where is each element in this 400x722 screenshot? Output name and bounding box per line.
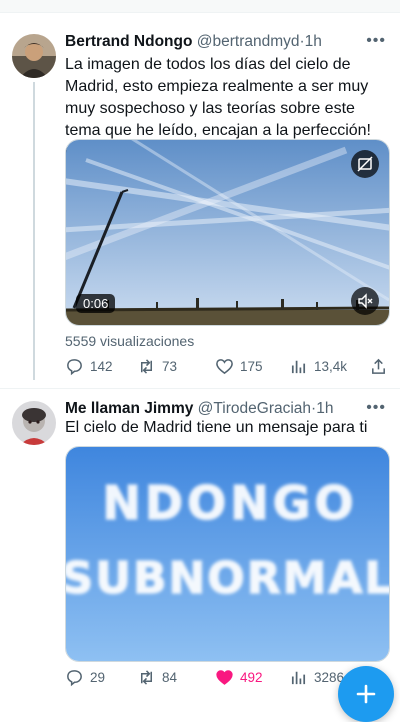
author-name[interactable]: Me llaman Jimmy (65, 400, 193, 417)
views-count: 13,4k (314, 359, 348, 374)
sky-text-line1: NDONGO (102, 476, 357, 530)
retweet-button[interactable]: 73 (137, 357, 177, 376)
retweet-icon (140, 359, 153, 374)
compose-plus-icon (356, 684, 376, 704)
retweet-button[interactable]: 84 (137, 668, 177, 687)
tweet-bertrand[interactable]: Bertrand Ndongo @bertrandmyd·1h ••• La i… (0, 0, 400, 388)
mute-icon[interactable] (351, 287, 379, 315)
like-button[interactable]: 492 (215, 668, 263, 687)
views-icon (291, 671, 306, 685)
sky-image: NDONGO SUBNORMAL (66, 447, 389, 661)
like-count: 175 (240, 359, 263, 374)
tweet-image[interactable]: NDONGO SUBNORMAL (65, 446, 390, 662)
views-button[interactable]: 3286 (289, 668, 344, 687)
like-button[interactable]: 175 (215, 357, 263, 376)
heart-icon (216, 670, 233, 685)
more-icon[interactable]: ••• (366, 32, 386, 50)
tweet-jimmy[interactable]: Me llaman Jimmy @TirodeGraciah·1h ••• El… (0, 389, 400, 698)
author-handle[interactable]: @bertrandmyd (197, 33, 300, 50)
retweet-count: 84 (162, 670, 178, 685)
sky-text-line2: SUBNORMAL (66, 553, 389, 604)
video-duration: 0:06 (76, 294, 116, 313)
reply-count: 142 (90, 359, 113, 374)
views-button[interactable]: 13,4k (289, 357, 347, 376)
tweet-time[interactable]: 1h (316, 400, 333, 417)
reply-button[interactable]: 29 (65, 668, 105, 687)
more-icon[interactable]: ••• (366, 399, 386, 417)
author-name[interactable]: Bertrand Ndongo (65, 33, 192, 50)
tweet-text: El cielo de Madrid tiene un mensaje para… (65, 419, 368, 436)
compose-button[interactable] (338, 666, 394, 722)
view-count-label: 5559 visualizaciones (65, 333, 195, 349)
thread-line (33, 82, 35, 380)
avatar[interactable] (12, 401, 56, 445)
share-icon (372, 358, 385, 374)
tweet-header: Bertrand Ndongo @bertrandmyd·1h (65, 32, 322, 52)
reply-count: 29 (90, 670, 106, 685)
tweet-header: Me llaman Jimmy @TirodeGraciah·1h (65, 399, 333, 419)
retweet-icon (140, 670, 153, 685)
reply-button[interactable]: 142 (65, 357, 113, 376)
tweet-time[interactable]: 1h (305, 33, 322, 50)
alt-text-icon[interactable] (351, 150, 379, 178)
share-button[interactable] (369, 357, 394, 376)
views-icon (291, 360, 306, 374)
heart-icon (216, 359, 233, 375)
like-count: 492 (240, 670, 263, 685)
action-bar: 142 73 175 13,4k (65, 357, 390, 379)
reply-icon (67, 359, 82, 376)
retweet-count: 73 (162, 359, 178, 374)
reply-icon (67, 670, 82, 687)
avatar[interactable] (12, 34, 56, 78)
author-handle[interactable]: @TirodeGraciah (198, 400, 311, 417)
video-player[interactable]: 0:06 (65, 139, 390, 326)
